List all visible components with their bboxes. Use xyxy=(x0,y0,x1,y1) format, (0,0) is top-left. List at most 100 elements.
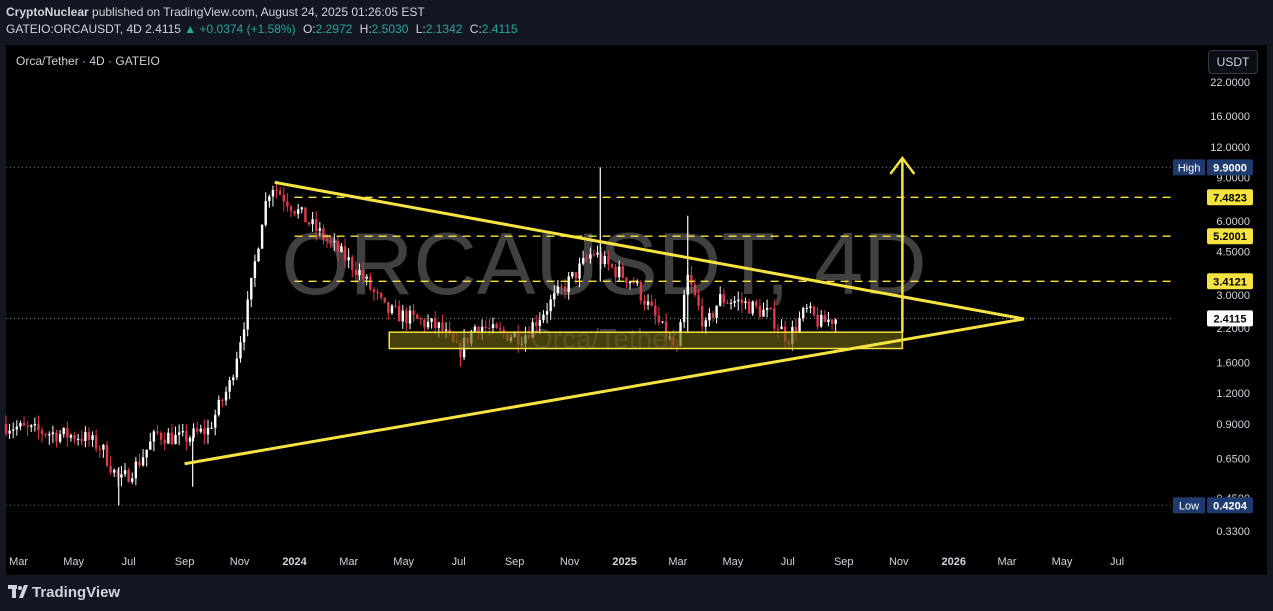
candle-body xyxy=(646,301,650,305)
candle-body xyxy=(278,190,282,195)
candle-body xyxy=(4,423,8,434)
candle-body xyxy=(228,380,231,392)
candle-body xyxy=(26,425,29,427)
resistance-price-tag: 3.4121 xyxy=(1213,276,1247,288)
candle-body xyxy=(340,246,343,252)
candle-body xyxy=(145,449,148,458)
x-tick-label: Nov xyxy=(230,556,250,568)
candle-body xyxy=(379,293,383,298)
tradingview-logo-icon[interactable] xyxy=(8,585,28,599)
candle-body xyxy=(697,295,700,306)
candle-body xyxy=(351,257,354,270)
candle-body xyxy=(76,438,80,440)
price-chart[interactable]: ORCAUSDT, 4D Orca/Tether 22.000016.00001… xyxy=(0,0,1273,611)
candle-body xyxy=(484,326,487,328)
candle-body xyxy=(268,196,271,201)
candle-body xyxy=(618,266,621,278)
candle-body xyxy=(55,432,58,442)
candle-body xyxy=(127,470,130,482)
candle-body xyxy=(304,207,307,223)
candle-body xyxy=(650,301,653,306)
candle-body xyxy=(109,465,112,473)
candle-body xyxy=(773,308,776,329)
candle-body xyxy=(560,286,563,288)
candle-body xyxy=(780,326,783,330)
x-tick-label: Sep xyxy=(505,556,525,568)
candle-body xyxy=(224,391,228,401)
candle-body xyxy=(369,276,372,290)
candle-body xyxy=(711,313,715,318)
candle-body xyxy=(794,326,798,332)
low-price-tag-label: Low xyxy=(1179,500,1199,512)
candle-body xyxy=(690,274,693,285)
candle-body xyxy=(816,315,819,327)
candle-body xyxy=(347,257,350,261)
candle-body xyxy=(661,321,664,323)
candle-body xyxy=(40,430,44,435)
currency-button[interactable]: USDT xyxy=(1208,50,1258,74)
candle-body xyxy=(498,328,502,330)
candle-body xyxy=(354,269,358,276)
candle-body xyxy=(22,422,26,426)
candle-body xyxy=(643,300,646,305)
candle-body xyxy=(412,310,415,315)
candle-body xyxy=(170,432,174,445)
x-tick-label: Jul xyxy=(781,556,795,568)
low-price-tag: 0.4204 xyxy=(1213,500,1248,512)
candle-body xyxy=(563,286,567,292)
candle-body xyxy=(195,428,199,432)
candle-body xyxy=(495,324,498,329)
candle-body xyxy=(419,318,423,320)
candle-body xyxy=(98,448,101,450)
resistance-price-tag: 5.2001 xyxy=(1213,231,1247,243)
candle-body xyxy=(430,318,433,322)
x-tick-label: Mar xyxy=(997,556,1016,568)
candle-body xyxy=(206,427,210,435)
candle-body xyxy=(372,289,376,292)
y-tick-label: 6.0000 xyxy=(1216,216,1250,228)
candle-body xyxy=(113,469,116,473)
candle-body xyxy=(390,305,394,313)
candle-body xyxy=(426,321,430,328)
footer-bar xyxy=(0,578,1273,611)
candle-body xyxy=(473,326,477,332)
candle-body xyxy=(657,315,661,323)
candle-body xyxy=(585,258,588,260)
candle-body xyxy=(405,310,408,324)
candle-body xyxy=(722,294,726,303)
x-tick-label: 2026 xyxy=(942,556,966,568)
candle-body xyxy=(37,423,40,431)
candle-body xyxy=(444,329,448,331)
candle-body xyxy=(58,434,62,442)
x-tick-label: Jul xyxy=(1110,556,1124,568)
candle-body xyxy=(549,299,552,312)
candle-body xyxy=(156,431,159,433)
candle-body xyxy=(239,342,242,359)
resistance-price-tag: 7.4823 xyxy=(1213,192,1247,204)
candle-body xyxy=(94,435,98,449)
candle-body xyxy=(264,200,267,225)
candle-body xyxy=(250,277,253,300)
candle-body xyxy=(174,434,177,445)
candle-body xyxy=(361,270,365,279)
candle-body xyxy=(235,358,239,378)
candle-body xyxy=(210,427,213,429)
candle-body xyxy=(66,427,69,438)
candle-body xyxy=(827,319,830,323)
candle-body xyxy=(376,291,379,294)
candle-body xyxy=(639,281,643,301)
candle-body xyxy=(801,308,805,319)
x-tick-label: May xyxy=(393,556,414,568)
candle-body xyxy=(167,432,170,444)
candle-body xyxy=(138,461,141,466)
candle-body xyxy=(693,284,697,296)
candle-body xyxy=(199,428,202,432)
x-tick-label: Sep xyxy=(175,556,195,568)
current-price-tag: 2.4115 xyxy=(1213,313,1246,325)
candle-body xyxy=(408,310,412,324)
candle-body xyxy=(73,435,76,440)
candle-body xyxy=(329,240,332,242)
candle-body xyxy=(744,301,747,304)
candle-body xyxy=(574,272,578,279)
tradingview-brand[interactable]: TradingView xyxy=(32,584,120,601)
